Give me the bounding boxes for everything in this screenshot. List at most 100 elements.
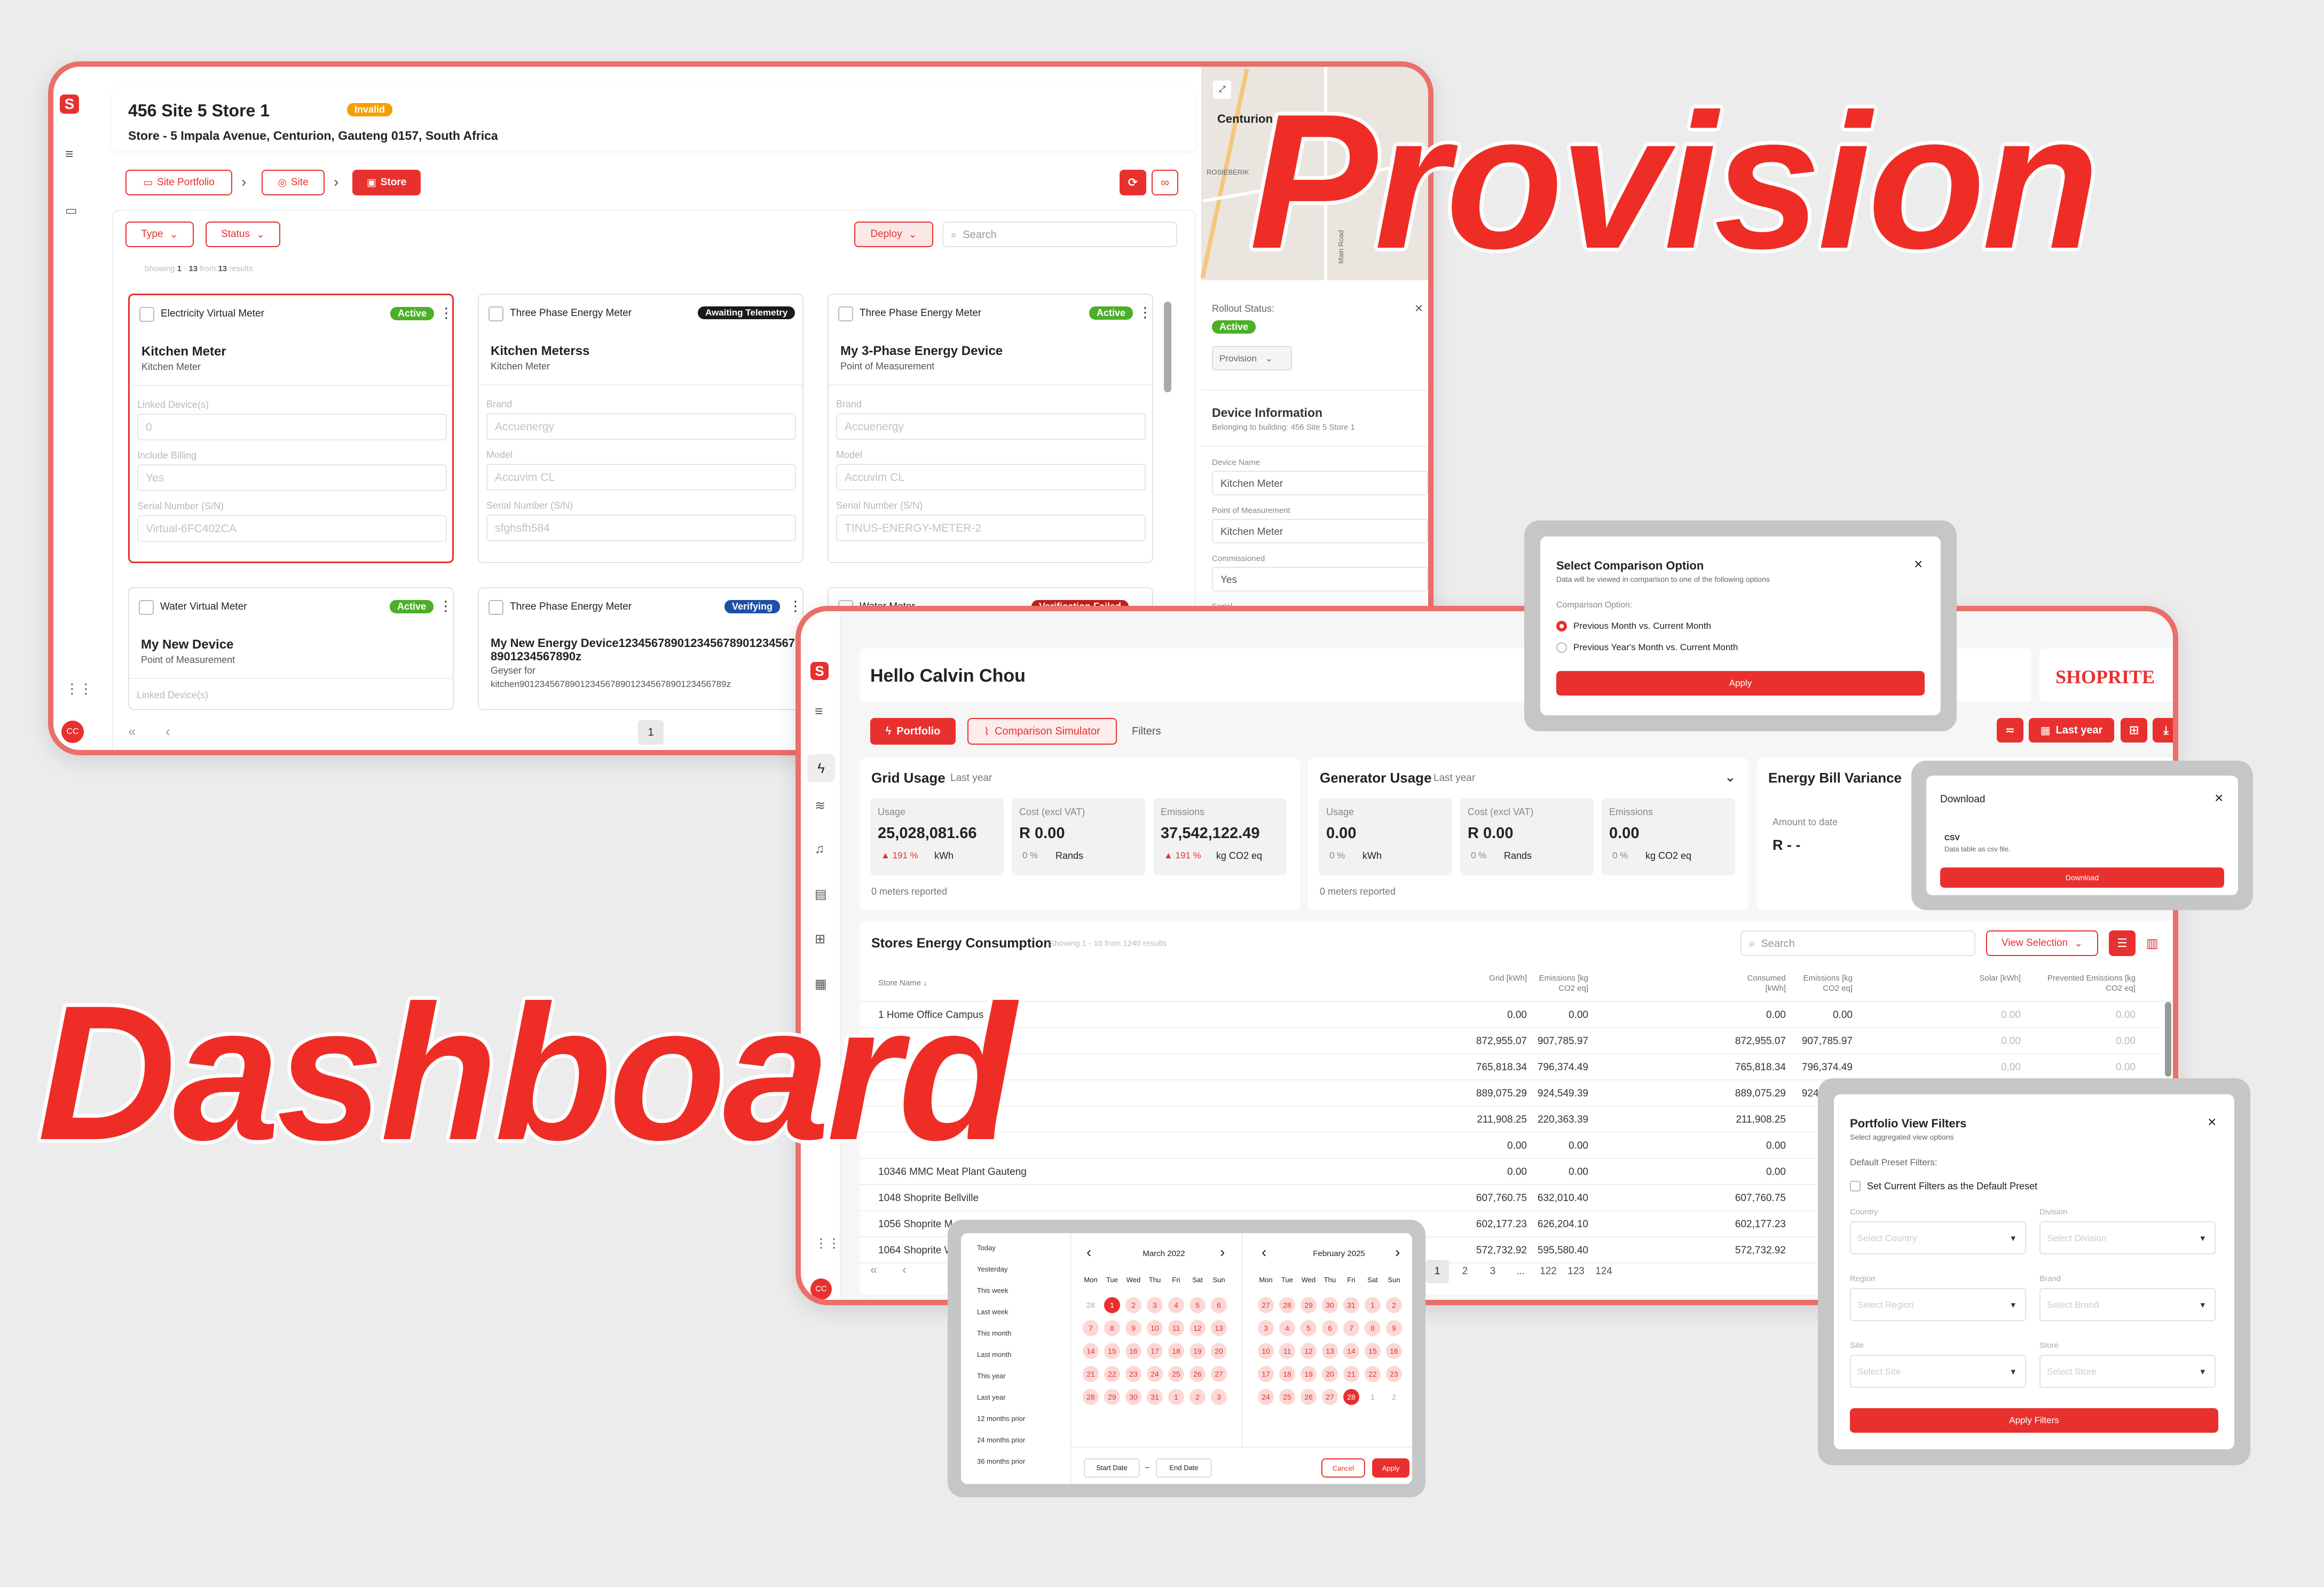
status-filter[interactable]: Status ⌄ bbox=[206, 222, 280, 247]
shoprite-logo-icon[interactable]: S bbox=[810, 662, 829, 680]
model-field[interactable]: Accuvim CL bbox=[836, 464, 1146, 491]
chart-view-icon[interactable]: ▥ bbox=[2146, 936, 2158, 951]
checkbox[interactable] bbox=[1850, 1181, 1861, 1191]
calendar-day[interactable]: 1 bbox=[1365, 1297, 1381, 1313]
preset-option[interactable]: 24 months prior bbox=[977, 1436, 1025, 1444]
calendar-day[interactable]: 1 bbox=[1168, 1389, 1184, 1405]
serial-field[interactable]: sfghsfh584 bbox=[486, 515, 796, 541]
next-month-icon[interactable]: › bbox=[1220, 1244, 1225, 1261]
preset-option[interactable]: Last month bbox=[977, 1351, 1011, 1359]
calendar-day[interactable]: 17 bbox=[1147, 1343, 1163, 1359]
menu-icon[interactable]: ≡ bbox=[65, 146, 73, 162]
breadcrumb-store[interactable]: ▣ Store bbox=[352, 170, 421, 195]
device-card[interactable]: Three Phase Energy Meter Awaiting Teleme… bbox=[478, 294, 803, 563]
apply-button[interactable]: Apply bbox=[1556, 671, 1925, 696]
calendar-day[interactable]: 16 bbox=[1386, 1343, 1402, 1359]
tab-portfolio[interactable]: ϟ Portfolio bbox=[870, 718, 956, 745]
layers-icon[interactable]: ≋ bbox=[815, 798, 825, 814]
device-card[interactable]: Three Phase Energy Meter Active ⋮ My 3-P… bbox=[828, 294, 1153, 563]
page-number[interactable]: 2 bbox=[1453, 1260, 1477, 1283]
end-date-input[interactable]: End Date bbox=[1156, 1458, 1212, 1478]
close-icon[interactable]: × bbox=[2215, 789, 2223, 807]
prev-page-button[interactable]: ‹ bbox=[902, 1262, 907, 1277]
breadcrumb-site[interactable]: ◎ Site bbox=[262, 170, 325, 195]
close-icon[interactable]: × bbox=[1914, 556, 1923, 573]
calendar-day[interactable]: 5 bbox=[1189, 1297, 1206, 1313]
calendar-day[interactable]: 5 bbox=[1301, 1320, 1317, 1336]
calendar-day[interactable]: 28 bbox=[1083, 1389, 1099, 1405]
checkbox[interactable] bbox=[139, 600, 154, 615]
column-header[interactable]: Emissions [kg CO2 eq] bbox=[1527, 973, 1588, 993]
calendar-day[interactable]: 6 bbox=[1211, 1297, 1227, 1313]
calendar-day[interactable]: 2 bbox=[1125, 1297, 1141, 1313]
device-card[interactable]: Three Phase Energy Meter Verifying ⋮ My … bbox=[478, 587, 803, 710]
calendar-day[interactable]: 13 bbox=[1322, 1343, 1338, 1359]
linked-devices-field[interactable]: 0 bbox=[137, 414, 447, 440]
calendar-day[interactable]: 29 bbox=[1301, 1297, 1317, 1313]
type-filter[interactable]: Type ⌄ bbox=[125, 222, 194, 247]
close-icon[interactable]: × bbox=[1415, 300, 1423, 317]
checkbox-label[interactable]: Set Current Filters as the Default Prese… bbox=[1867, 1181, 2037, 1192]
calendar-day[interactable]: 24 bbox=[1147, 1366, 1163, 1382]
country-select[interactable]: Select Country ▾ bbox=[1850, 1221, 2026, 1254]
tab-filters[interactable]: Filters bbox=[1132, 725, 1161, 738]
preset-option[interactable]: 36 months prior bbox=[977, 1457, 1025, 1465]
calendar-day[interactable]: 30 bbox=[1125, 1389, 1141, 1405]
calendar-day[interactable]: 7 bbox=[1343, 1320, 1359, 1336]
calendar-day[interactable]: 19 bbox=[1189, 1343, 1206, 1359]
calendar-day[interactable]: 26 bbox=[1301, 1389, 1317, 1405]
column-header[interactable]: Prevented Emissions [kg CO2 eq] bbox=[2034, 973, 2136, 993]
more-options-icon[interactable]: ⋮ bbox=[1425, 416, 1428, 432]
model-field[interactable]: Accuvim CL bbox=[486, 464, 796, 491]
first-page-button[interactable]: « bbox=[128, 723, 136, 740]
device-card[interactable]: Water Virtual Meter Active ⋮ My New Devi… bbox=[128, 587, 454, 710]
table-row[interactable]: 765,818.34 796,374.49 765,818.34 796,374.49… bbox=[860, 1054, 2162, 1080]
store-select[interactable]: Select Store ▾ bbox=[2039, 1355, 2216, 1388]
calendar-day[interactable]: 15 bbox=[1365, 1343, 1381, 1359]
table-row[interactable]: 872,955.07 907,785.97 872,955.07 907,785.97… bbox=[860, 1028, 2162, 1054]
refresh-button[interactable]: ⟳ bbox=[1120, 170, 1146, 195]
checkbox[interactable] bbox=[489, 600, 503, 615]
radio-label[interactable]: Previous Year's Month vs. Current Month bbox=[1573, 642, 1738, 653]
calendar-day[interactable]: 9 bbox=[1386, 1320, 1402, 1336]
calendar-day[interactable]: 1 bbox=[1104, 1297, 1120, 1313]
column-header[interactable]: Grid [kWh] bbox=[1479, 973, 1527, 983]
calendar-day[interactable]: 12 bbox=[1301, 1343, 1317, 1359]
calendar-day[interactable]: 31 bbox=[1147, 1389, 1163, 1405]
calendar-day[interactable]: 24 bbox=[1258, 1389, 1274, 1405]
calendar-day[interactable]: 18 bbox=[1168, 1343, 1184, 1359]
checkbox[interactable] bbox=[139, 307, 154, 322]
calendar-day[interactable]: 23 bbox=[1125, 1366, 1141, 1382]
page-number[interactable]: 1 bbox=[1425, 1260, 1449, 1283]
table-button[interactable]: ⊞ bbox=[2121, 718, 2147, 743]
radio-label[interactable]: Previous Month vs. Current Month bbox=[1573, 621, 1711, 631]
column-header[interactable]: Consumed [kWh] bbox=[1724, 973, 1786, 993]
device-card[interactable]: Electricity Virtual Meter Active ⋮ Kitch… bbox=[128, 294, 454, 563]
page-number[interactable]: 1 bbox=[638, 720, 664, 745]
calendar-day[interactable]: 8 bbox=[1104, 1320, 1120, 1336]
column-header[interactable]: Emissions [kg CO2 eq] bbox=[1791, 973, 1853, 993]
calendar-day[interactable]: 30 bbox=[1322, 1297, 1338, 1313]
page-number[interactable]: 123 bbox=[1564, 1260, 1588, 1283]
calendar-day[interactable]: 28 bbox=[1083, 1297, 1099, 1313]
tab-comparison-simulator[interactable]: ⌇ Comparison Simulator bbox=[967, 718, 1117, 745]
calendar-day[interactable]: 11 bbox=[1168, 1320, 1184, 1336]
download-confirm-button[interactable]: Download bbox=[1940, 867, 2224, 888]
radio[interactable] bbox=[1556, 642, 1567, 653]
calendar-day[interactable]: 20 bbox=[1211, 1343, 1227, 1359]
link-button[interactable]: ∞ bbox=[1152, 170, 1178, 195]
download-button[interactable]: ⤓ bbox=[2153, 718, 2173, 743]
calendar-day[interactable]: 22 bbox=[1104, 1366, 1120, 1382]
apps-grid-icon[interactable]: ⋮⋮ bbox=[65, 681, 93, 697]
calendar-day[interactable]: 28 bbox=[1343, 1389, 1359, 1405]
next-month-icon[interactable]: › bbox=[1395, 1244, 1400, 1261]
calendar-day[interactable]: 3 bbox=[1258, 1320, 1274, 1336]
preset-option[interactable]: This week bbox=[977, 1286, 1009, 1294]
calendar-day[interactable]: 11 bbox=[1279, 1343, 1295, 1359]
date-range-button[interactable]: ▦ Last year bbox=[2029, 718, 2114, 743]
calendar-day[interactable]: 25 bbox=[1279, 1389, 1295, 1405]
preset-option[interactable]: This year bbox=[977, 1372, 1005, 1380]
calendar-day[interactable]: 3 bbox=[1147, 1297, 1163, 1313]
view-selection-button[interactable]: View Selection ⌄ bbox=[1986, 930, 2098, 956]
apps-grid-icon[interactable]: ⋮⋮ bbox=[815, 1236, 840, 1251]
